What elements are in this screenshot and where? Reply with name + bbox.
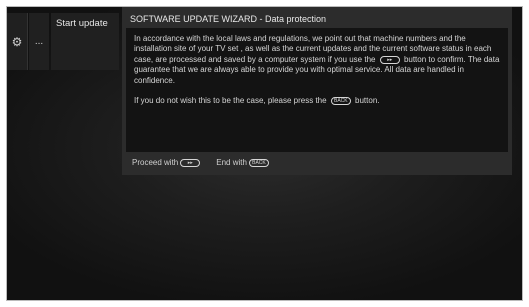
- more-label: ...: [34, 36, 44, 47]
- settings-tile[interactable]: ⚙: [7, 13, 28, 70]
- end-label: End with: [216, 158, 247, 167]
- gear-icon: ⚙: [11, 34, 23, 49]
- start-update-tile[interactable]: Start update: [51, 13, 119, 70]
- forward-button-icon: ▸▸: [180, 158, 201, 167]
- end-action[interactable]: End with BACK: [216, 158, 271, 167]
- forward-button-icon: ▸▸: [379, 55, 400, 64]
- tv-screen: ⚙ ... Start update SOFTWARE UPDATE WIZAR…: [6, 6, 523, 301]
- back-button-icon: BACK: [330, 96, 351, 105]
- decline-text-end: button.: [355, 96, 380, 106]
- proceed-action[interactable]: Proceed with ▸▸: [132, 158, 202, 167]
- decline-text-start: If you do not wish this to be the case, …: [134, 96, 327, 106]
- data-protection-dialog: SOFTWARE UPDATE WIZARD - Data protection…: [122, 7, 512, 175]
- proceed-label: Proceed with: [132, 158, 179, 167]
- more-tile[interactable]: ...: [29, 13, 49, 70]
- dialog-body: In accordance with the local laws and re…: [126, 28, 508, 152]
- decline-paragraph: If you do not wish this to be the case, …: [134, 96, 500, 106]
- info-paragraph: In accordance with the local laws and re…: [134, 34, 500, 86]
- start-update-label: Start update: [56, 18, 108, 29]
- dialog-title: SOFTWARE UPDATE WIZARD - Data protection: [130, 14, 327, 24]
- back-button-icon: BACK: [248, 158, 269, 167]
- dialog-footer: Proceed with ▸▸ End with BACK: [132, 158, 285, 167]
